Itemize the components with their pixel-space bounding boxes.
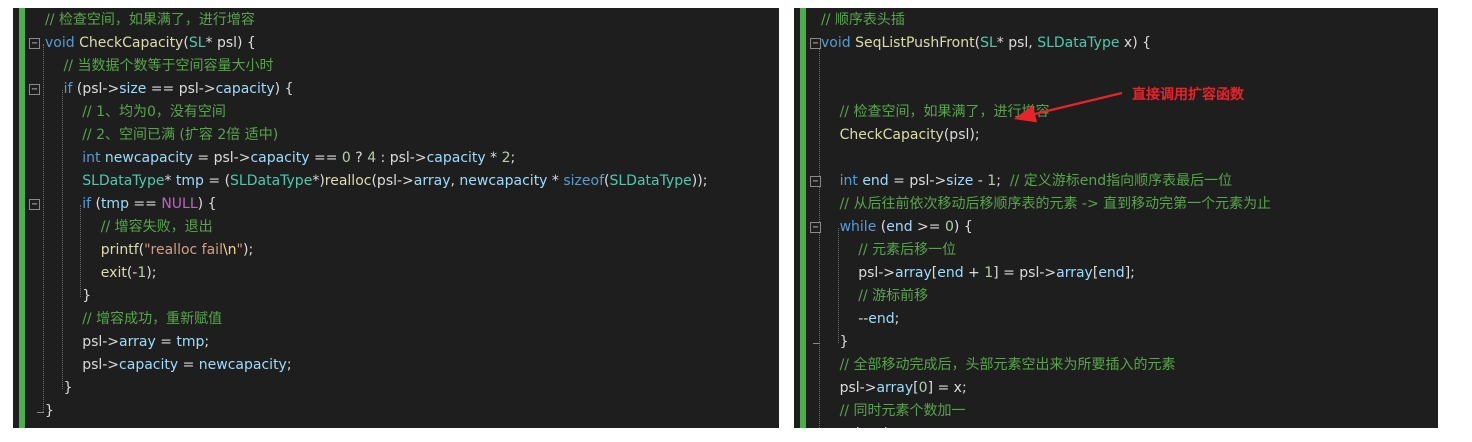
annotation-arrow-icon (1013, 91, 1123, 123)
